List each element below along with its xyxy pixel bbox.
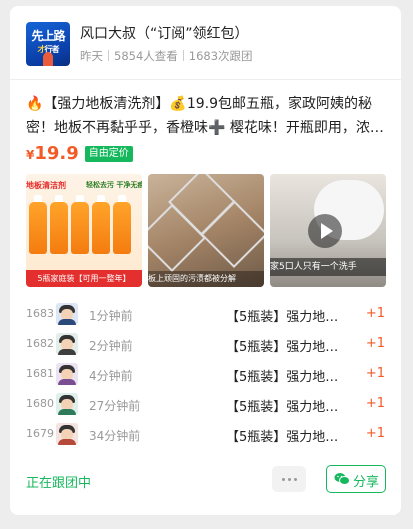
play-icon[interactable]: [308, 214, 342, 248]
order-item: 【5瓶装】强力地板清洗剂: [226, 430, 351, 445]
order-number: 1682: [26, 337, 54, 350]
video-caption: 家5口人只有一个洗手: [270, 258, 386, 276]
product-image-1[interactable]: 地板清洁剂 轻松去污 干净无痕 5瓶家庭装【可用一整年】: [26, 174, 142, 287]
bottle: [50, 202, 68, 254]
product-video[interactable]: 家5口人只有一个洗手: [270, 174, 386, 287]
following-status: 正在跟团中: [26, 476, 92, 491]
buyer-avatar: [56, 303, 78, 325]
image-caption: 板上顽固的污渍都被分解: [148, 271, 264, 287]
group-avatar-logo[interactable]: 先上路 才行者: [26, 22, 70, 66]
card-footer: 正在跟团中 分享: [10, 456, 401, 504]
order-item: 【5瓶装】强力地板清洗剂: [226, 340, 351, 355]
group-buy-card: 先上路 才行者 风口大叔（“订阅”领红包） 昨天 5854人查看 1683次跟团 🔥…: [10, 6, 401, 515]
more-dots-icon[interactable]: [272, 466, 306, 492]
post-description[interactable]: 🔥【强力地板清洗剂】💰19.9包邮五瓶，家政阿姨的秘密！地板不再黏乎乎，香橙味➕…: [26, 92, 388, 140]
bottle: [92, 202, 110, 254]
product-label: 地板清洁剂: [26, 181, 66, 190]
bottle: [71, 202, 89, 254]
order-item: 【5瓶装】强力地板清洗剂: [226, 400, 351, 415]
bottle: [113, 202, 131, 254]
order-number: 1681: [26, 367, 54, 380]
post-meta: 昨天 5854人查看 1683次跟团: [80, 48, 253, 64]
price-row: ¥19.9 自由定价: [26, 143, 133, 167]
share-button[interactable]: 分享: [326, 465, 386, 493]
product-banner: 5瓶家庭装【可用一整年】: [26, 270, 142, 287]
order-time: 34分钟前: [89, 429, 141, 443]
order-row[interactable]: 1681 4分钟前 【5瓶装】强力地板清洗剂 +1: [10, 360, 401, 390]
wechat-icon: [334, 473, 350, 485]
order-time: 1分钟前: [89, 309, 133, 323]
order-item: 【5瓶装】强力地板清洗剂: [226, 310, 351, 325]
order-qty: +1: [365, 336, 385, 351]
free-pricing-badge: 自由定价: [84, 145, 133, 162]
view-count: 5854人查看: [114, 49, 178, 63]
post-time: 昨天: [80, 49, 103, 63]
order-time: 27分钟前: [89, 399, 141, 413]
post-header: 先上路 才行者 风口大叔（“订阅”领红包） 昨天 5854人查看 1683次跟团: [10, 6, 401, 80]
buyer-avatar: [56, 423, 78, 445]
image-gallery: 地板清洁剂 轻松去污 干净无痕 5瓶家庭装【可用一整年】 板上顽固的污渍都被分解…: [26, 174, 388, 287]
buyer-avatar: [56, 393, 78, 415]
product-image-2[interactable]: 板上顽固的污渍都被分解: [148, 174, 264, 287]
logo-figure: [43, 52, 53, 66]
order-number: 1680: [26, 397, 54, 410]
order-row[interactable]: 1683 1分钟前 【5瓶装】强力地板清洗剂 +1: [10, 300, 401, 330]
order-time: 2分钟前: [89, 339, 133, 353]
order-item: 【5瓶装】强力地板清洗剂: [226, 370, 351, 385]
logo-text-line1: 先上路: [31, 29, 65, 43]
order-qty: +1: [365, 366, 385, 381]
price: ¥19.9: [26, 143, 79, 164]
order-row[interactable]: 1682 2分钟前 【5瓶装】强力地板清洗剂 +1: [10, 330, 401, 360]
meta-divider: [108, 50, 109, 61]
order-number: 1679: [26, 427, 54, 440]
follow-count: 1683次跟团: [188, 49, 253, 63]
buyer-avatar: [56, 333, 78, 355]
order-number: 1683: [26, 307, 54, 320]
bottle: [29, 202, 47, 254]
price-value: 19.9: [34, 143, 79, 164]
order-time: 4分钟前: [89, 369, 133, 383]
meta-divider: [182, 50, 184, 61]
order-row[interactable]: 1680 27分钟前 【5瓶装】强力地板清洗剂 +1: [10, 390, 401, 420]
order-qty: +1: [365, 306, 385, 321]
order-qty: +1: [365, 396, 385, 411]
share-label: 分享: [353, 475, 380, 490]
order-qty: +1: [365, 426, 385, 441]
product-label-secondary: 轻松去污 干净无痕: [86, 181, 142, 189]
buyer-avatar: [56, 363, 78, 385]
group-title[interactable]: 风口大叔（“订阅”领红包）: [80, 23, 249, 43]
order-row[interactable]: 1679 34分钟前 【5瓶装】强力地板清洗剂 +1: [10, 420, 401, 450]
